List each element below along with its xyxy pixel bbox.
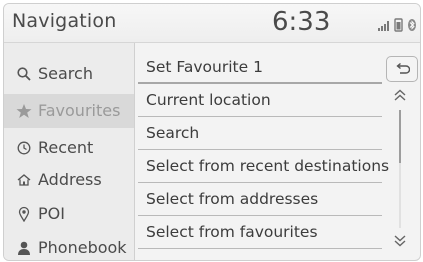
list-item-label: Select from recent destinations <box>146 157 390 175</box>
screen-title: Navigation <box>12 10 117 32</box>
sidebar-item-label: POI <box>38 204 65 223</box>
sidebar-item-phonebook[interactable]: Phonebook <box>4 231 134 260</box>
double-chevron-down-icon[interactable] <box>393 234 407 248</box>
sidebar-item-label: Address <box>38 170 102 189</box>
sidebar-item-label: Phonebook <box>38 238 127 257</box>
sidebar-item-label: Search <box>38 64 93 83</box>
scrollbar[interactable] <box>399 110 401 228</box>
row-divider <box>138 82 382 84</box>
house-icon <box>16 172 32 188</box>
sidebar-item-search[interactable]: Search <box>4 57 134 91</box>
list-item-recent-destinations[interactable]: Select from recent destinations <box>138 151 389 183</box>
sidebar-item-recent[interactable]: Recent <box>4 131 134 165</box>
status-icons <box>378 18 418 32</box>
back-arrow-icon <box>396 62 410 74</box>
bluetooth-icon <box>408 19 416 31</box>
scrollbar-thumb[interactable] <box>399 110 401 163</box>
header-bar: Navigation 6:33 <box>4 4 420 43</box>
sidebar-item-poi[interactable]: POI <box>4 197 134 231</box>
location-pin-icon <box>16 206 32 222</box>
row-divider <box>138 116 382 117</box>
list-item-search[interactable]: Search <box>138 118 382 150</box>
list-item-label: Search <box>146 124 200 142</box>
row-divider <box>138 248 382 249</box>
clock: 6:33 <box>272 7 331 37</box>
list-item-label: Current location <box>146 91 271 109</box>
list-item-label: Select from favourites <box>146 223 318 241</box>
list-item-addresses[interactable]: Select from addresses <box>138 184 382 216</box>
double-chevron-up-icon[interactable] <box>393 88 407 102</box>
sidebar-item-address[interactable]: Address <box>4 163 134 197</box>
list-controls <box>384 52 418 260</box>
list-item-set-favourite[interactable]: Set Favourite 1 <box>138 52 382 84</box>
phone-battery-icon <box>394 18 403 32</box>
back-button[interactable] <box>386 56 418 82</box>
row-divider <box>138 182 382 183</box>
list-item-current-location[interactable]: Current location <box>138 85 382 117</box>
clock-icon <box>16 140 32 156</box>
signal-bars-icon <box>378 21 389 31</box>
list-item-favourites[interactable]: Select from favourites <box>138 217 382 249</box>
list-item-label: Select from addresses <box>146 190 319 208</box>
person-icon <box>16 240 32 256</box>
sidebar-item-label: Favourites <box>38 101 121 120</box>
sidebar-item-label: Recent <box>38 138 94 157</box>
star-icon <box>16 103 32 119</box>
search-icon <box>16 66 32 82</box>
row-divider <box>138 149 382 150</box>
sidebar-item-favourites[interactable]: Favourites <box>4 94 134 128</box>
row-divider <box>138 215 382 216</box>
sidebar: Search Favourites Recent Address POI Pho… <box>4 43 135 260</box>
navigation-screen: Navigation 6:33 Search Favourites Recent… <box>3 3 421 261</box>
list-item-label: Set Favourite 1 <box>146 58 263 76</box>
